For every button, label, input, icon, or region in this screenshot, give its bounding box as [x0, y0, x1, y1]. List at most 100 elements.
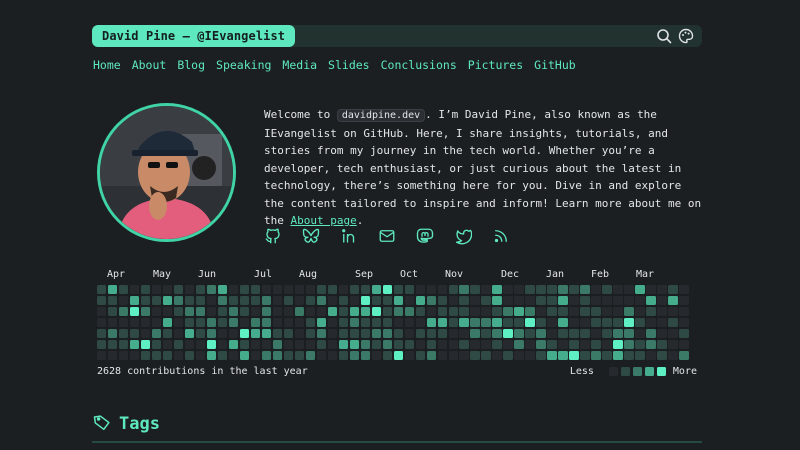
bluesky-icon[interactable]: [302, 227, 320, 245]
contribution-cell: [470, 350, 480, 361]
contribution-cell: [569, 328, 579, 339]
contribution-cell: [195, 285, 206, 295]
contribution-cell: [316, 306, 327, 317]
contribution-cell: [657, 317, 667, 328]
rss-icon[interactable]: [492, 227, 510, 245]
month-label: Jun: [198, 269, 217, 280]
contribution-cell: [624, 350, 634, 361]
intro-text-3: .: [356, 214, 364, 227]
contribution-cell: [184, 306, 195, 317]
contribution-cell: [228, 285, 239, 295]
contribution-cell: [217, 285, 228, 295]
contribution-cell: [118, 317, 129, 328]
mastodon-icon[interactable]: [416, 227, 434, 245]
contribution-cell: [316, 317, 327, 328]
email-icon[interactable]: [378, 227, 396, 245]
contribution-cell: [415, 285, 425, 295]
contribution-cell: [591, 328, 601, 339]
contribution-cell: [613, 339, 623, 350]
contribution-cell: [404, 339, 414, 350]
nav-about[interactable]: About: [132, 57, 167, 73]
contribution-cell: [415, 350, 425, 361]
contribution-cell: [470, 285, 480, 295]
contribution-cell: [305, 306, 316, 317]
nav-pictures[interactable]: Pictures: [468, 57, 523, 73]
contribution-cell: [261, 295, 272, 306]
contribution-cell: [261, 306, 272, 317]
contribution-cell: [536, 285, 546, 295]
contribution-cell: [393, 306, 403, 317]
contribution-cell: [316, 328, 327, 339]
contribution-cell: [118, 350, 129, 361]
linkedin-icon[interactable]: [340, 227, 358, 245]
contribution-cell: [525, 285, 535, 295]
contribution-cell: [327, 328, 338, 339]
contribution-cell: [514, 295, 524, 306]
nav-blog[interactable]: Blog: [177, 57, 205, 73]
contribution-cell: [294, 328, 305, 339]
contribution-cell: [415, 317, 425, 328]
nav-speaking[interactable]: Speaking: [216, 57, 271, 73]
contribution-cell: [228, 295, 239, 306]
contribution-cell: [646, 350, 656, 361]
contribution-cell: [349, 328, 360, 339]
contribution-cell: [426, 285, 436, 295]
contribution-cell: [250, 328, 261, 339]
contribution-cell: [448, 285, 458, 295]
contribution-cell: [404, 317, 414, 328]
nav-conclusions[interactable]: Conclusions: [381, 57, 457, 73]
contribution-cell: [580, 285, 590, 295]
contribution-cell: [426, 295, 436, 306]
contribution-cell: [679, 306, 689, 317]
github-icon[interactable]: [264, 227, 282, 245]
contribution-cell: [129, 339, 140, 350]
contribution-cell: [448, 295, 458, 306]
contribution-cell: [162, 295, 173, 306]
contribution-cell: [635, 295, 645, 306]
about-page-link[interactable]: About page: [291, 214, 357, 227]
nav-slides[interactable]: Slides: [328, 57, 370, 73]
site-brand[interactable]: David Pine — @IEvangelist: [92, 25, 296, 47]
contribution-cell: [140, 339, 151, 350]
contribution-cell: [448, 306, 458, 317]
month-label: Feb: [591, 269, 610, 280]
contribution-cell: [602, 306, 612, 317]
contribution-cell: [437, 328, 447, 339]
contribution-cell: [349, 317, 360, 328]
contribution-cell: [349, 350, 360, 361]
contribution-cell: [338, 295, 349, 306]
contribution-cell: [250, 317, 261, 328]
month-label: Oct: [400, 269, 419, 280]
contribution-cell: [547, 295, 557, 306]
nav-media[interactable]: Media: [282, 57, 317, 73]
legend-swatch: [656, 367, 666, 376]
contribution-cell: [668, 285, 678, 295]
contribution-cell: [657, 350, 667, 361]
contribution-cell: [547, 306, 557, 317]
contribution-cell: [404, 306, 414, 317]
contribution-cell: [261, 350, 272, 361]
contribution-cell: [382, 328, 392, 339]
contribution-cell: [503, 295, 513, 306]
contribution-cell: [316, 295, 327, 306]
twitter-icon[interactable]: [454, 227, 473, 245]
contribution-cell: [470, 328, 480, 339]
contribution-cell: [140, 306, 151, 317]
nav-github[interactable]: GitHub: [534, 57, 576, 73]
month-label: Mar: [636, 269, 655, 280]
contribution-cell: [591, 317, 601, 328]
contribution-cell: [602, 328, 612, 339]
search-icon[interactable]: [656, 28, 672, 48]
contribution-cell: [349, 306, 360, 317]
contribution-cell: [173, 295, 184, 306]
contribution-cell: [569, 339, 579, 350]
contribution-cell: [360, 328, 371, 339]
contribution-cell: [481, 295, 491, 306]
nav-home[interactable]: Home: [93, 57, 121, 73]
contribution-cell: [195, 306, 206, 317]
contribution-cell: [305, 285, 316, 295]
contribution-cell: [118, 295, 129, 306]
contribution-cell: [426, 317, 436, 328]
contribution-cell: [360, 306, 371, 317]
palette-icon[interactable]: [678, 28, 694, 48]
